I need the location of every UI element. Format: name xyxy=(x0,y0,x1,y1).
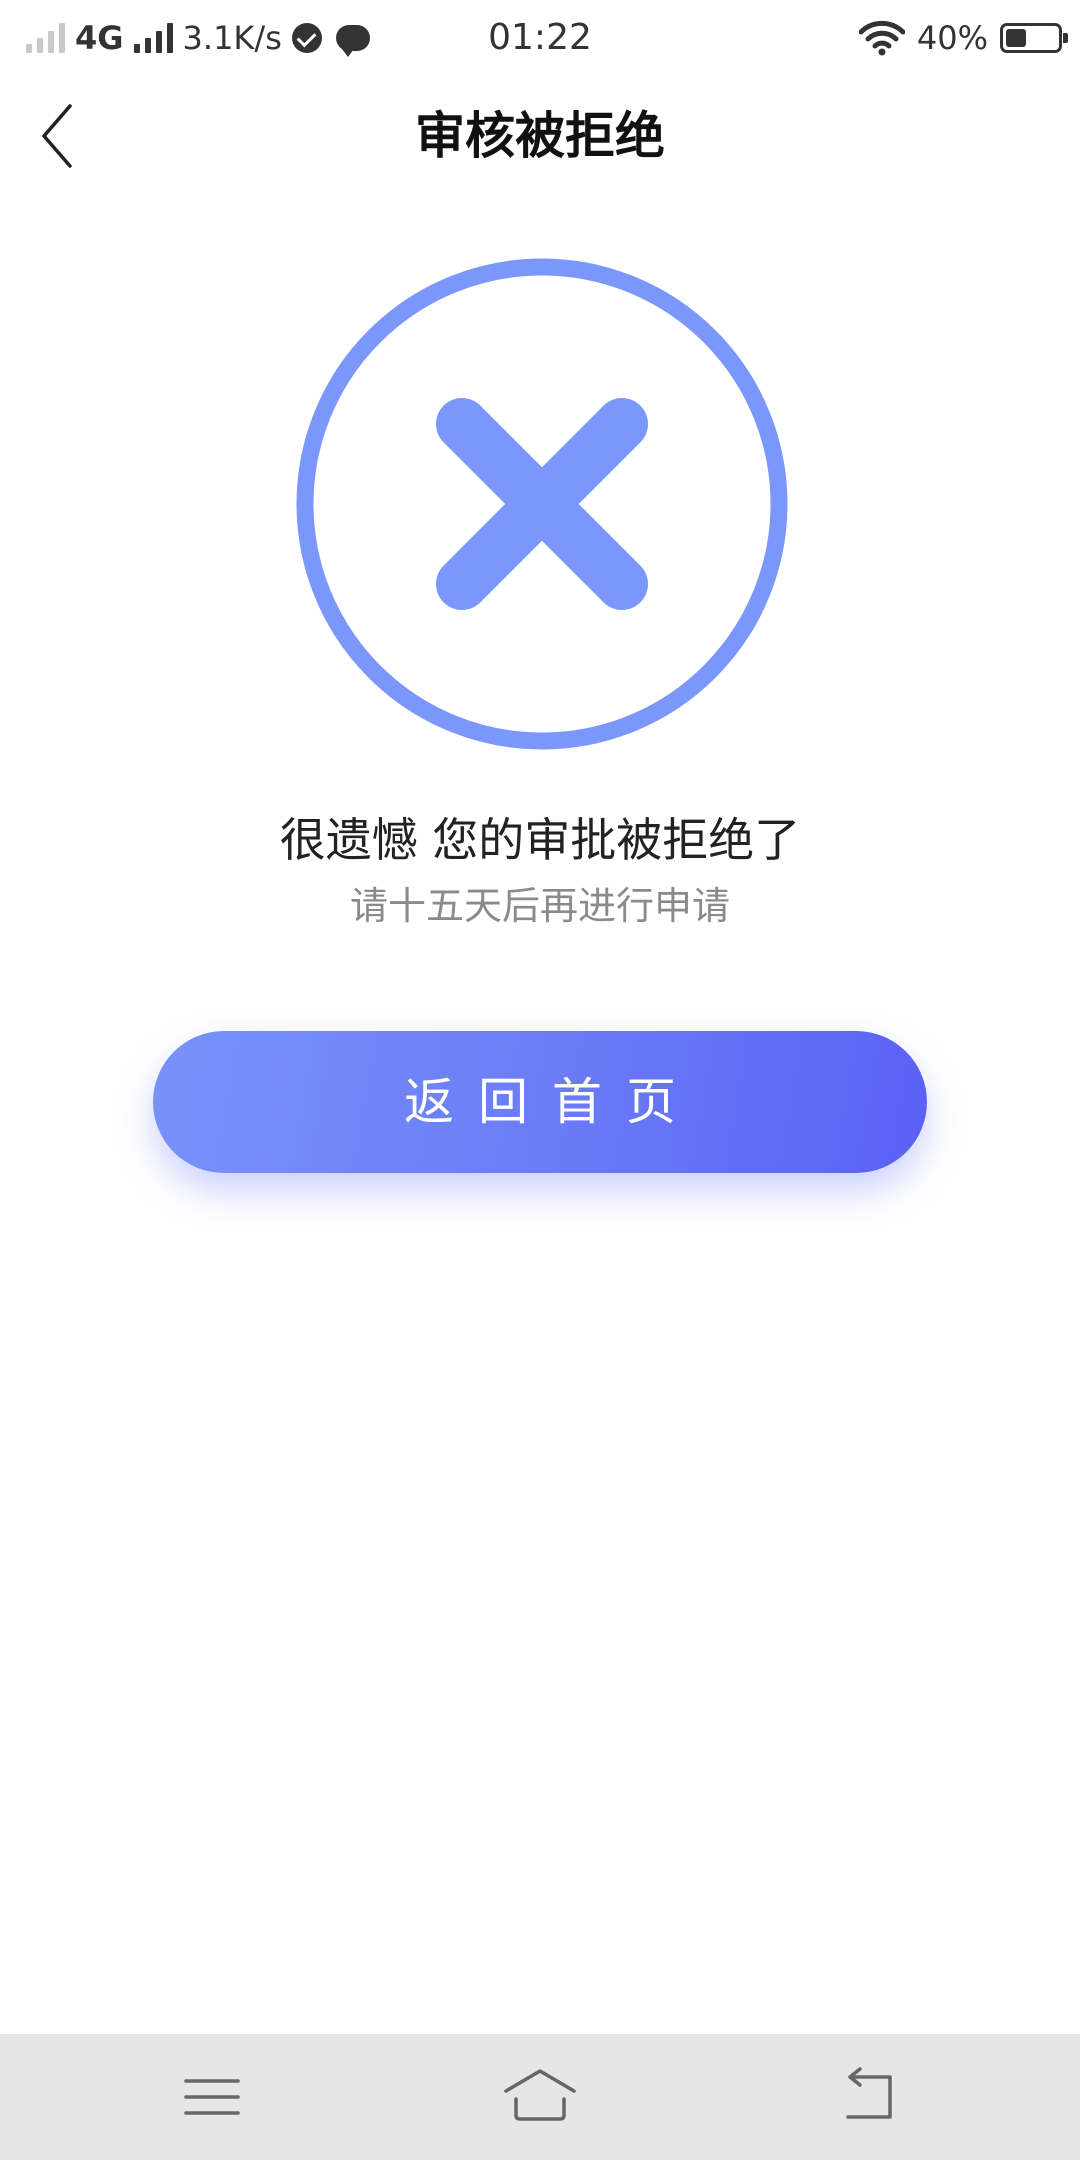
battery-icon xyxy=(1000,23,1068,53)
menu-icon xyxy=(184,2079,240,2115)
menu-button[interactable] xyxy=(172,2057,252,2137)
back-nav-button[interactable] xyxy=(828,2057,908,2137)
wifi-icon xyxy=(858,20,905,56)
home-nav-button[interactable] xyxy=(500,2057,580,2137)
battery-fill xyxy=(1006,29,1026,47)
status-right: 40% xyxy=(858,14,1068,62)
home-icon xyxy=(504,2069,576,2121)
rejection-message: 很遗憾 您的审批被拒绝了 xyxy=(279,813,801,867)
page-title: 审核被拒绝 xyxy=(415,107,665,165)
battery-percent: 40% xyxy=(916,19,988,57)
close-circle-icon xyxy=(296,258,788,750)
status-bar: 4G 3.1K/s 01:22 40% xyxy=(0,0,1080,76)
back-icon xyxy=(846,2067,892,2119)
page: 4G 3.1K/s 01:22 40% 审核被拒绝 很遗憾 您的审批被拒绝了 请… xyxy=(0,0,1080,2160)
system-nav-bar xyxy=(0,2034,1080,2160)
retry-hint: 请十五天后再进行申请 xyxy=(349,884,730,928)
nav-header: 审核被拒绝 xyxy=(0,76,1080,196)
return-home-button[interactable]: 返回首页 xyxy=(153,1031,927,1173)
